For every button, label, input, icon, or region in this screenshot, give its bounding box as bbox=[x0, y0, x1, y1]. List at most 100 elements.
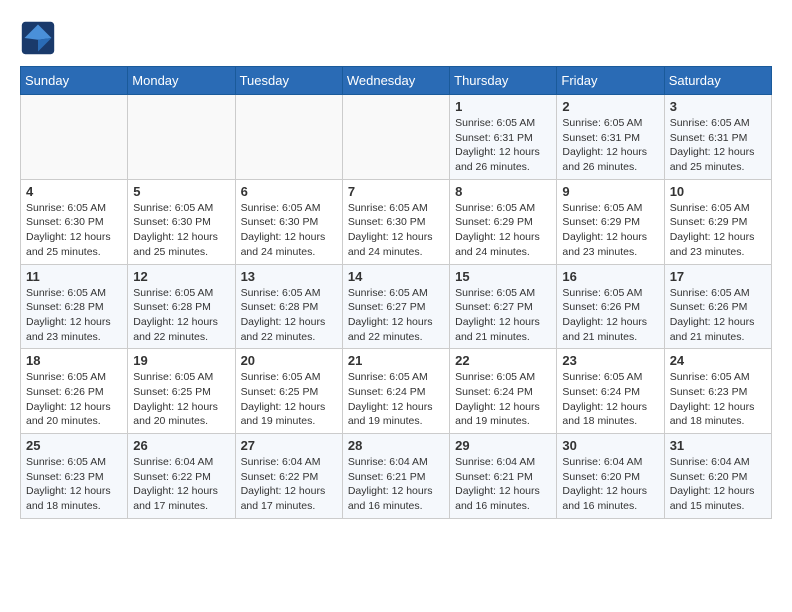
day-number: 8 bbox=[455, 184, 551, 199]
weekday-header-saturday: Saturday bbox=[664, 67, 771, 95]
day-info: Sunrise: 6:04 AMSunset: 6:21 PMDaylight:… bbox=[348, 455, 444, 514]
calendar-cell: 26 Sunrise: 6:04 AMSunset: 6:22 PMDayligh… bbox=[128, 434, 235, 519]
calendar-cell bbox=[342, 95, 449, 180]
day-number: 29 bbox=[455, 438, 551, 453]
day-number: 4 bbox=[26, 184, 122, 199]
calendar-cell bbox=[21, 95, 128, 180]
day-number: 19 bbox=[133, 353, 229, 368]
day-number: 14 bbox=[348, 269, 444, 284]
calendar-cell: 25Sunrise: 6:05 AMSunset: 6:23 PMDayligh… bbox=[21, 434, 128, 519]
calendar-cell: 12 Sunrise: 6:05 AMSunset: 6:28 PMDayligh… bbox=[128, 264, 235, 349]
day-number: 18 bbox=[26, 353, 122, 368]
day-info: Sunrise: 6:05 AMSunset: 6:28 PMDaylight:… bbox=[26, 286, 122, 345]
calendar-cell bbox=[235, 95, 342, 180]
calendar-cell: 17 Sunrise: 6:05 AMSunset: 6:26 PMDayligh… bbox=[664, 264, 771, 349]
day-number: 30 bbox=[562, 438, 658, 453]
weekday-header-wednesday: Wednesday bbox=[342, 67, 449, 95]
calendar-cell: 15 Sunrise: 6:05 AMSunset: 6:27 PMDayligh… bbox=[450, 264, 557, 349]
day-info: Sunrise: 6:05 AMSunset: 6:24 PMDaylight:… bbox=[455, 370, 551, 429]
day-number: 16 bbox=[562, 269, 658, 284]
day-info: Sunrise: 6:05 AMSunset: 6:24 PMDaylight:… bbox=[562, 370, 658, 429]
calendar-cell: 1 Sunrise: 6:05 AMSunset: 6:31 PMDaylight… bbox=[450, 95, 557, 180]
day-number: 28 bbox=[348, 438, 444, 453]
day-info: Sunrise: 6:05 AMSunset: 6:31 PMDaylight:… bbox=[455, 116, 551, 175]
day-info: Sunrise: 6:05 AMSunset: 6:26 PMDaylight:… bbox=[670, 286, 766, 345]
weekday-header-friday: Friday bbox=[557, 67, 664, 95]
calendar-cell: 30Sunrise: 6:04 AMSunset: 6:20 PMDayligh… bbox=[557, 434, 664, 519]
calendar-cell: 11 Sunrise: 6:05 AMSunset: 6:28 PMDayligh… bbox=[21, 264, 128, 349]
day-info: Sunrise: 6:04 AMSunset: 6:22 PMDaylight:… bbox=[133, 455, 229, 514]
weekday-header-monday: Monday bbox=[128, 67, 235, 95]
calendar-cell: 10Sunrise: 6:05 AMSunset: 6:29 PMDayligh… bbox=[664, 179, 771, 264]
day-info: Sunrise: 6:05 AMSunset: 6:30 PMDaylight:… bbox=[241, 201, 337, 260]
logo-icon bbox=[20, 20, 56, 56]
day-number: 12 bbox=[133, 269, 229, 284]
calendar-cell: 23 Sunrise: 6:05 AMSunset: 6:24 PMDayligh… bbox=[557, 349, 664, 434]
day-info: Sunrise: 6:05 AMSunset: 6:25 PMDaylight:… bbox=[241, 370, 337, 429]
day-info: Sunrise: 6:04 AMSunset: 6:20 PMDaylight:… bbox=[670, 455, 766, 514]
calendar-cell: 22 Sunrise: 6:05 AMSunset: 6:24 PMDayligh… bbox=[450, 349, 557, 434]
day-info: Sunrise: 6:05 AMSunset: 6:30 PMDaylight:… bbox=[26, 201, 122, 260]
calendar-cell: 18 Sunrise: 6:05 AMSunset: 6:26 PMDayligh… bbox=[21, 349, 128, 434]
day-number: 11 bbox=[26, 269, 122, 284]
day-info: Sunrise: 6:05 AMSunset: 6:29 PMDaylight:… bbox=[562, 201, 658, 260]
calendar-cell: 16 Sunrise: 6:05 AMSunset: 6:26 PMDayligh… bbox=[557, 264, 664, 349]
calendar-cell: 13 Sunrise: 6:05 AMSunset: 6:28 PMDayligh… bbox=[235, 264, 342, 349]
day-number: 26 bbox=[133, 438, 229, 453]
day-number: 17 bbox=[670, 269, 766, 284]
week-row-4: 18 Sunrise: 6:05 AMSunset: 6:26 PMDayligh… bbox=[21, 349, 772, 434]
calendar-cell: 8 Sunrise: 6:05 AMSunset: 6:29 PMDaylight… bbox=[450, 179, 557, 264]
weekday-header-thursday: Thursday bbox=[450, 67, 557, 95]
day-number: 3 bbox=[670, 99, 766, 114]
day-number: 10 bbox=[670, 184, 766, 199]
calendar-cell: 4 Sunrise: 6:05 AMSunset: 6:30 PMDaylight… bbox=[21, 179, 128, 264]
day-number: 1 bbox=[455, 99, 551, 114]
calendar-cell: 21 Sunrise: 6:05 AMSunset: 6:24 PMDayligh… bbox=[342, 349, 449, 434]
day-info: Sunrise: 6:05 AMSunset: 6:30 PMDaylight:… bbox=[348, 201, 444, 260]
day-info: Sunrise: 6:05 AMSunset: 6:27 PMDaylight:… bbox=[455, 286, 551, 345]
calendar-cell: 29Sunrise: 6:04 AMSunset: 6:21 PMDayligh… bbox=[450, 434, 557, 519]
day-info: Sunrise: 6:05 AMSunset: 6:31 PMDaylight:… bbox=[562, 116, 658, 175]
day-number: 20 bbox=[241, 353, 337, 368]
day-number: 21 bbox=[348, 353, 444, 368]
day-info: Sunrise: 6:05 AMSunset: 6:30 PMDaylight:… bbox=[133, 201, 229, 260]
calendar-cell: 9Sunrise: 6:05 AMSunset: 6:29 PMDaylight… bbox=[557, 179, 664, 264]
day-number: 7 bbox=[348, 184, 444, 199]
day-info: Sunrise: 6:05 AMSunset: 6:28 PMDaylight:… bbox=[241, 286, 337, 345]
day-info: Sunrise: 6:05 AMSunset: 6:24 PMDaylight:… bbox=[348, 370, 444, 429]
day-number: 6 bbox=[241, 184, 337, 199]
day-info: Sunrise: 6:05 AMSunset: 6:29 PMDaylight:… bbox=[455, 201, 551, 260]
day-number: 5 bbox=[133, 184, 229, 199]
day-number: 13 bbox=[241, 269, 337, 284]
day-info: Sunrise: 6:05 AMSunset: 6:23 PMDaylight:… bbox=[670, 370, 766, 429]
day-info: Sunrise: 6:04 AMSunset: 6:22 PMDaylight:… bbox=[241, 455, 337, 514]
day-info: Sunrise: 6:05 AMSunset: 6:28 PMDaylight:… bbox=[133, 286, 229, 345]
calendar-cell: 2 Sunrise: 6:05 AMSunset: 6:31 PMDaylight… bbox=[557, 95, 664, 180]
calendar-cell: 27 Sunrise: 6:04 AMSunset: 6:22 PMDayligh… bbox=[235, 434, 342, 519]
week-row-2: 4 Sunrise: 6:05 AMSunset: 6:30 PMDaylight… bbox=[21, 179, 772, 264]
calendar-cell: 24 Sunrise: 6:05 AMSunset: 6:23 PMDayligh… bbox=[664, 349, 771, 434]
day-number: 2 bbox=[562, 99, 658, 114]
week-row-5: 25Sunrise: 6:05 AMSunset: 6:23 PMDayligh… bbox=[21, 434, 772, 519]
day-number: 23 bbox=[562, 353, 658, 368]
day-info: Sunrise: 6:05 AMSunset: 6:26 PMDaylight:… bbox=[562, 286, 658, 345]
day-info: Sunrise: 6:05 AMSunset: 6:25 PMDaylight:… bbox=[133, 370, 229, 429]
calendar-cell: 19 Sunrise: 6:05 AMSunset: 6:25 PMDayligh… bbox=[128, 349, 235, 434]
weekday-header-row: SundayMondayTuesdayWednesdayThursdayFrid… bbox=[21, 67, 772, 95]
calendar-cell: 14Sunrise: 6:05 AMSunset: 6:27 PMDayligh… bbox=[342, 264, 449, 349]
calendar-table: SundayMondayTuesdayWednesdayThursdayFrid… bbox=[20, 66, 772, 519]
weekday-header-sunday: Sunday bbox=[21, 67, 128, 95]
logo bbox=[20, 20, 60, 56]
day-number: 25 bbox=[26, 438, 122, 453]
calendar-cell: 31Sunrise: 6:04 AMSunset: 6:20 PMDayligh… bbox=[664, 434, 771, 519]
day-number: 15 bbox=[455, 269, 551, 284]
day-info: Sunrise: 6:05 AMSunset: 6:26 PMDaylight:… bbox=[26, 370, 122, 429]
calendar-cell: 3 Sunrise: 6:05 AMSunset: 6:31 PMDaylight… bbox=[664, 95, 771, 180]
day-number: 22 bbox=[455, 353, 551, 368]
day-number: 27 bbox=[241, 438, 337, 453]
day-number: 24 bbox=[670, 353, 766, 368]
day-info: Sunrise: 6:05 AMSunset: 6:31 PMDaylight:… bbox=[670, 116, 766, 175]
week-row-3: 11 Sunrise: 6:05 AMSunset: 6:28 PMDayligh… bbox=[21, 264, 772, 349]
page-header bbox=[20, 20, 772, 56]
weekday-header-tuesday: Tuesday bbox=[235, 67, 342, 95]
